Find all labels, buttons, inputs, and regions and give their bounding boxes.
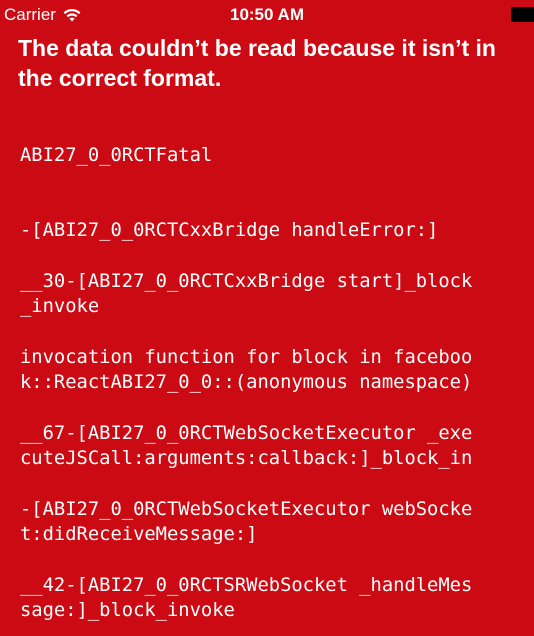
stack-frame[interactable]: __67-[ABI27_0_0RCTWebSocketExecutor _exe… [20,421,530,471]
error-message: The data couldn’t be read because it isn… [18,35,496,91]
battery-icon [511,7,534,22]
stack-frame[interactable]: __30-[ABI27_0_0RCTCxxBridge start]_block… [20,269,530,319]
redbox-error-screen: Carrier 10:50 AM The data couldn’t be re… [0,0,534,636]
stack-frame[interactable]: ABI27_0_0RCTFatal [20,143,530,168]
stack-frame[interactable]: -[ABI27_0_0RCTCxxBridge handleError:] [20,218,530,243]
stack-frame[interactable]: invocation function for block in faceboo… [20,345,530,395]
stack-frame[interactable]: __42-[ABI27_0_0RCTSRWebSocket _handleMes… [20,573,530,623]
stack-frame[interactable]: -[ABI27_0_0RCTWebSocketExecutor webSocke… [20,497,530,547]
status-bar: Carrier 10:50 AM [0,0,534,30]
status-time: 10:50 AM [229,5,304,24]
stack-trace[interactable]: ABI27_0_0RCTFatal -[ABI27_0_0RCTCxxBridg… [20,143,530,623]
